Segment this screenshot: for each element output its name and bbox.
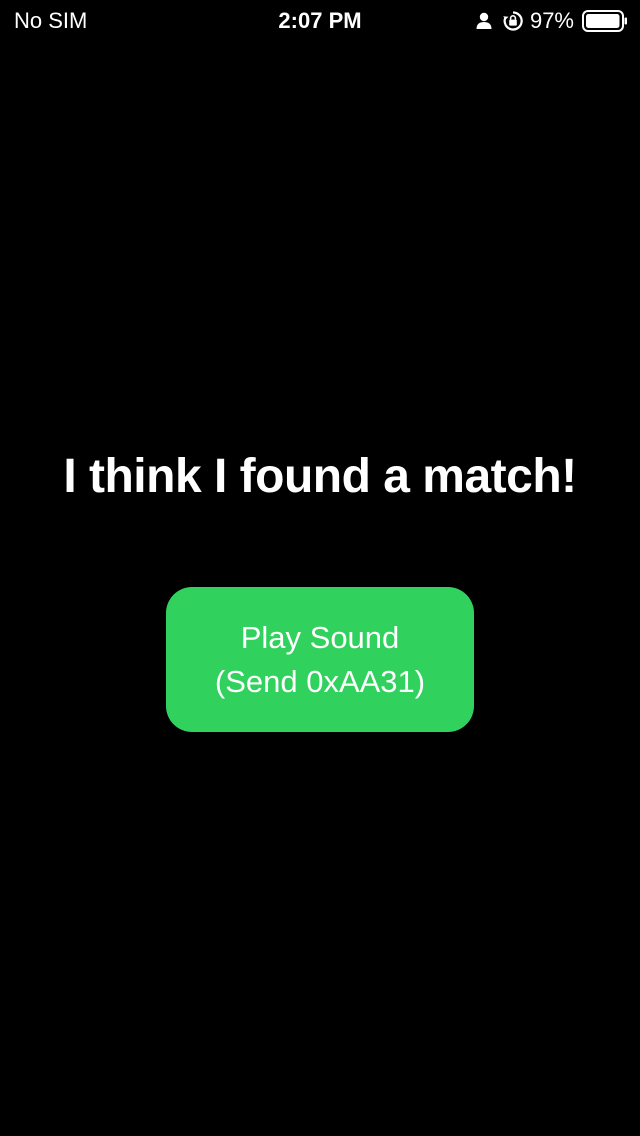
- lock-rotation-icon: [502, 10, 523, 32]
- battery-percent: 97%: [529, 8, 574, 33]
- status-bar: No SIM 2:07 PM 97%: [0, 0, 640, 40]
- app-screen: No SIM 2:07 PM 97% I think I found a mat…: [0, 0, 640, 1136]
- play-sound-button[interactable]: Play Sound (Send 0xAA31): [166, 587, 474, 732]
- match-message: I think I found a match!: [63, 450, 577, 503]
- play-sound-label: Play Sound: [240, 619, 400, 655]
- send-code-label: (Send 0xAA31): [214, 663, 426, 699]
- battery-icon: [582, 10, 628, 32]
- person-icon: [474, 10, 494, 32]
- status-indicators: 97%: [474, 7, 628, 35]
